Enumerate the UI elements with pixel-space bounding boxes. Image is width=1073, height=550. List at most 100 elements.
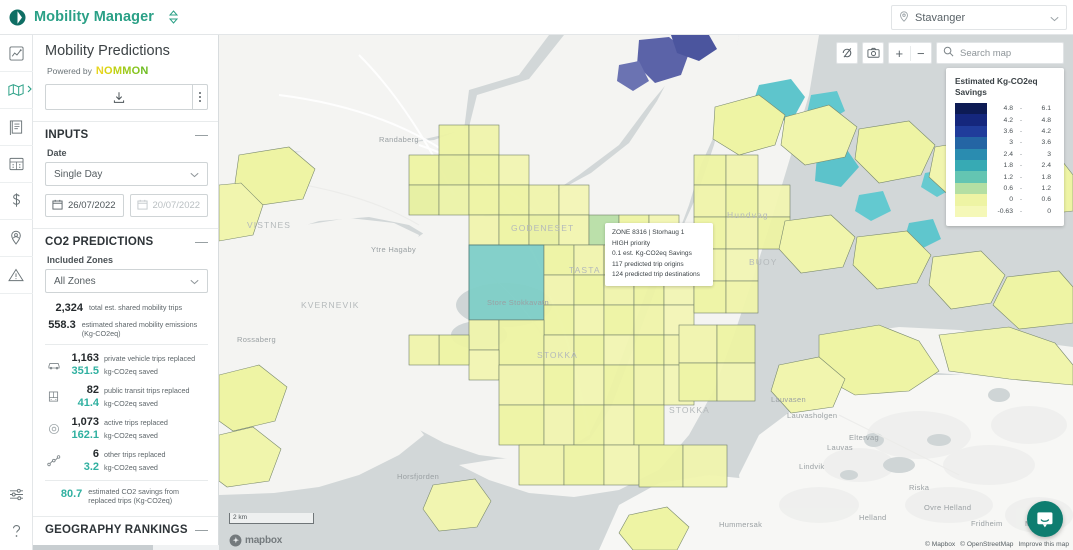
mode-labels: private vehicle trips replaced kg-CO2eq …: [104, 352, 195, 378]
mode-row-public-transit: 82 41.4 public transit trips replaced kg…: [33, 384, 218, 410]
inputs-section-header[interactable]: INPUTS —: [33, 121, 218, 148]
map-base-layer: [219, 35, 1073, 550]
city-name: Stavanger: [915, 11, 966, 24]
trips-replaced-label: active trips replaced: [104, 418, 168, 428]
end-date-value: 20/07/2022: [152, 200, 201, 211]
powered-by-label: Powered by: [47, 66, 92, 76]
stat-label: total est. shared mobility trips: [89, 303, 183, 312]
workspace-switcher-icon[interactable]: [168, 9, 179, 25]
reset-north-button[interactable]: [836, 42, 858, 64]
sidebar-item-help[interactable]: [0, 513, 33, 550]
rankings-section-header[interactable]: GEOGRAPHY RANKINGS —: [33, 516, 218, 543]
sidebar-item-finance[interactable]: [0, 183, 33, 220]
co2-saved-label: kg-CO2eq saved: [104, 399, 158, 409]
mode-row-other-trips: 6 3.2 other trips replaced kg-CO2eq save…: [33, 448, 218, 474]
mode-labels: active trips replaced kg-CO2eq saved: [104, 416, 168, 442]
camera-snapshot-button[interactable]: [862, 42, 884, 64]
download-button[interactable]: [46, 91, 192, 104]
trips-replaced-label: private vehicle trips replaced: [104, 354, 196, 364]
attribution-improve-map[interactable]: Improve this map: [1018, 541, 1069, 548]
start-date-value: 26/07/2022: [68, 200, 116, 211]
trips-replaced-value: 82: [86, 384, 99, 397]
walk-icon: [45, 423, 62, 435]
co2-saved-label: kg-CO2eq saved: [104, 431, 158, 441]
mapbox-logo[interactable]: mapbox: [229, 534, 282, 547]
tooltip-destinations: 124 predicted trip destinations: [612, 271, 700, 279]
search-icon: [943, 44, 954, 62]
co2-summary-stats: 2,324 total est. shared mobility trips 5…: [33, 293, 218, 338]
zoom-in-button[interactable]: +: [889, 45, 911, 61]
map-canvas[interactable]: Randaberg VISTNES Ytre Hagaby KVERNEVIK …: [219, 35, 1073, 550]
mobility-predictions-panel: Mobility Predictions Powered by NOMMON I…: [33, 35, 219, 550]
map-legend: Estimated Kg-CO2eq Savings 4.8-6.1 4.2 -…: [946, 68, 1064, 226]
panel-title: Mobility Predictions: [45, 43, 170, 59]
attribution-mapbox[interactable]: © Mapbox: [925, 541, 955, 548]
total-co2-value: 80.7: [60, 488, 83, 501]
co2-section-header[interactable]: CO2 PREDICTIONS —: [33, 228, 218, 255]
divider: [45, 480, 208, 482]
legend-row: 0.6-1.2: [1003, 184, 1051, 192]
location-pin-icon: [899, 9, 909, 27]
mode-labels: other trips replaced kg-CO2eq saved: [104, 448, 166, 474]
legend-row: 2.4-3: [1003, 150, 1051, 158]
date-mode-select[interactable]: Single Day: [45, 162, 208, 186]
chevron-down-icon: [1050, 9, 1059, 27]
sidebar-item-map[interactable]: [0, 72, 33, 109]
tooltip-priority: HIGH priority: [612, 239, 651, 247]
map-search-input[interactable]: Search map: [936, 42, 1064, 64]
sidebar-item-data-table[interactable]: [0, 146, 33, 183]
inputs-heading: INPUTS: [45, 129, 89, 141]
rankings-collapse-toggle[interactable]: —: [195, 523, 208, 536]
panel-horizontal-scrollbar[interactable]: [33, 545, 219, 550]
stat-value: 558.3: [48, 319, 76, 331]
sidebar-item-analytics[interactable]: [0, 35, 33, 72]
mode-values: 82 41.4: [62, 384, 104, 410]
legend-rows: 4.8-6.1 4.2-4.8 3.6-4.2 3-3.6 2.4-3 1.8-…: [955, 103, 1055, 217]
legend-title: Estimated Kg-CO2eq Savings: [955, 76, 1038, 97]
sidebar-item-settings[interactable]: [0, 476, 33, 513]
left-icon-rail: [0, 35, 33, 550]
start-date-input[interactable]: 26/07/2022: [45, 194, 124, 217]
zoom-out-button[interactable]: −: [911, 46, 932, 61]
calendar-icon: [136, 197, 148, 215]
co2-saved-value: 351.5: [71, 365, 99, 378]
co2-heading: CO2 PREDICTIONS: [45, 236, 154, 248]
map-controls: + − Search map: [832, 42, 1064, 64]
camera-icon: [866, 47, 880, 58]
sidebar-item-alerts[interactable]: [0, 257, 33, 294]
city-selector[interactable]: Stavanger: [891, 5, 1067, 30]
included-zones-select[interactable]: All Zones: [45, 269, 208, 293]
chat-launcher-button[interactable]: [1027, 501, 1063, 537]
zone-tooltip: ZONE 8316 | Storhaug 1 HIGH priority 0.1…: [605, 223, 713, 286]
reset-north-icon: [842, 48, 852, 58]
trips-replaced-label: public transit trips replaced: [104, 386, 190, 396]
sidebar-item-reports[interactable]: [0, 109, 33, 146]
other-icon: [45, 455, 62, 467]
tooltip-zone-name: ZONE 8316 | Storhaug 1: [612, 229, 685, 236]
legend-row: 3-3.6: [1009, 139, 1051, 147]
chevron-down-icon: [190, 165, 199, 183]
map-attribution: © Mapbox © OpenStreetMap Improve this ma…: [925, 541, 1069, 548]
end-date-input[interactable]: 20/07/2022: [129, 194, 208, 217]
legend-row: 1.2-1.8: [1003, 173, 1051, 181]
legend-row: 1.8-2.4: [1003, 162, 1051, 170]
map-zoom-controls: + −: [888, 42, 932, 64]
panel-scroll-area[interactable]: Mobility Predictions Powered by NOMMON I…: [33, 35, 218, 550]
expand-chevron-icon: [27, 85, 32, 95]
trips-replaced-label: other trips replaced: [104, 450, 166, 460]
trips-replaced-value: 1,163: [71, 352, 99, 365]
map-search-placeholder: Search map: [960, 47, 1012, 59]
attribution-osm[interactable]: © OpenStreetMap: [960, 541, 1013, 548]
co2-collapse-toggle[interactable]: —: [195, 235, 208, 248]
chevron-down-icon: [190, 272, 199, 290]
sidebar-item-users[interactable]: [0, 220, 33, 257]
chat-bubble-icon: [1037, 511, 1053, 527]
co2-saved-value: 162.1: [71, 429, 99, 442]
download-options-button[interactable]: [192, 85, 207, 109]
mapbox-wordmark: mapbox: [245, 535, 283, 546]
bus-icon: [45, 391, 62, 403]
stat-label: estimated shared mobility emissions (Kg-…: [81, 320, 198, 338]
mode-values: 1,073 162.1: [62, 416, 104, 442]
inputs-collapse-toggle[interactable]: —: [195, 128, 208, 141]
powered-by-row: Powered by NOMMON: [33, 61, 218, 77]
